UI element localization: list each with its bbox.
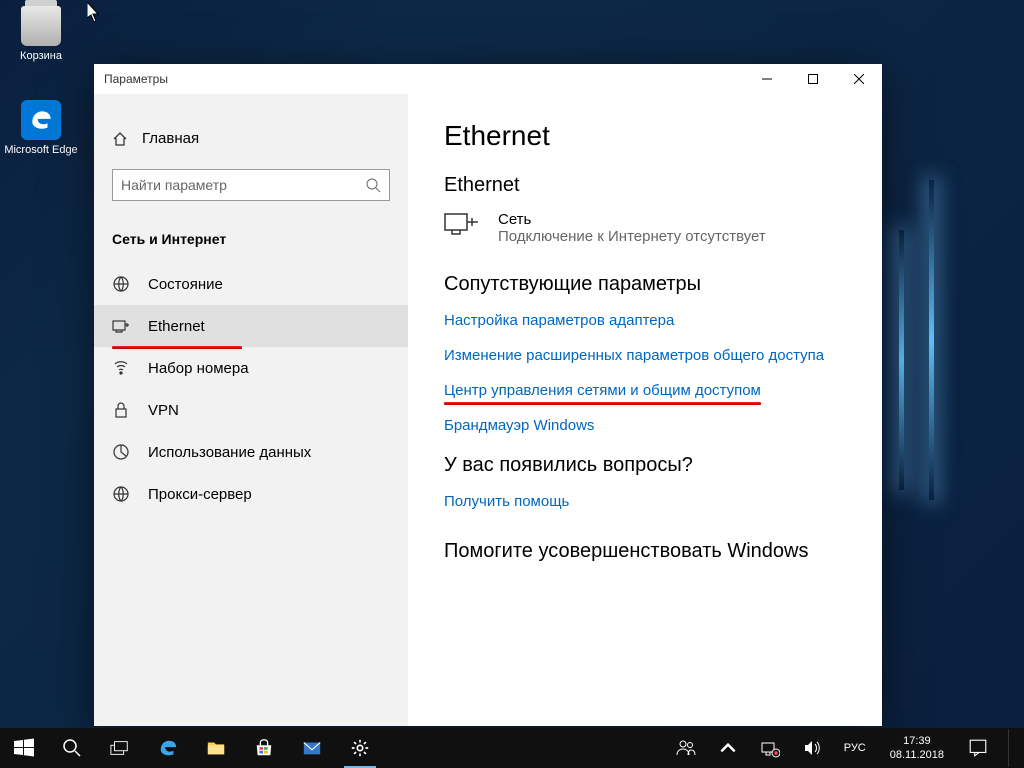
- notification-icon: [968, 738, 988, 758]
- taskbar-store[interactable]: [240, 728, 288, 768]
- taskbar-edge[interactable]: [144, 728, 192, 768]
- edge-icon: [21, 100, 61, 140]
- tray-language[interactable]: РУС: [838, 728, 872, 768]
- search-icon: [62, 738, 82, 758]
- link-network-center[interactable]: Центр управления сетями и общим доступом: [444, 382, 761, 399]
- network-status: Подключение к Интернету отсутствует: [498, 228, 766, 245]
- network-name: Сеть: [498, 211, 766, 228]
- link-text: Центр управления сетями и общим доступом: [444, 382, 761, 399]
- questions-heading: У вас появились вопросы?: [444, 454, 846, 477]
- sidebar-section-label: Сеть и Интернет: [94, 223, 408, 263]
- windows-icon: [14, 738, 34, 758]
- edge-icon: [158, 738, 178, 758]
- page-title: Ethernet: [444, 120, 846, 152]
- vpn-icon: [112, 401, 130, 419]
- start-button[interactable]: [0, 728, 48, 768]
- sidebar: Главная Найти параметр Сеть и Интернет С…: [94, 94, 408, 726]
- volume-icon: [802, 738, 822, 758]
- link-get-help[interactable]: Получить помощь: [444, 493, 569, 510]
- nav-label: Состояние: [148, 276, 223, 293]
- annotation-underline: [444, 402, 761, 405]
- taskbar-settings[interactable]: [336, 728, 384, 768]
- close-button[interactable]: [836, 64, 882, 94]
- network-icon: [444, 211, 480, 241]
- titlebar[interactable]: Параметры: [94, 64, 882, 94]
- sidebar-item-dialup[interactable]: Набор номера: [94, 347, 408, 389]
- improve-heading: Помогите усовершенствовать Windows: [444, 540, 846, 563]
- cursor-icon: [87, 2, 103, 24]
- system-tray: РУС 17:39 08.11.2018: [670, 728, 1024, 768]
- recycle-bin-icon: [21, 6, 61, 46]
- datausage-icon: [112, 443, 130, 461]
- folder-icon: [206, 738, 226, 758]
- nav-label: Набор номера: [148, 360, 249, 377]
- link-firewall[interactable]: Брандмауэр Windows: [444, 417, 594, 434]
- sidebar-item-proxy[interactable]: Прокси-сервер: [94, 473, 408, 515]
- clock-time: 17:39: [890, 734, 944, 748]
- home-label: Главная: [142, 130, 199, 147]
- nav-label: Ethernet: [148, 318, 205, 335]
- tray-people[interactable]: [670, 728, 702, 768]
- link-advanced-sharing[interactable]: Изменение расширенных параметров общего …: [444, 347, 824, 364]
- show-desktop[interactable]: [1008, 729, 1022, 767]
- home-icon: [112, 131, 128, 147]
- nav-label: VPN: [148, 402, 179, 419]
- sidebar-item-ethernet[interactable]: Ethernet: [94, 305, 408, 347]
- search-button[interactable]: [48, 728, 96, 768]
- window-title: Параметры: [104, 72, 168, 86]
- desktop-icon-edge[interactable]: Microsoft Edge: [4, 100, 78, 156]
- sidebar-item-vpn[interactable]: VPN: [94, 389, 408, 431]
- search-input[interactable]: Найти параметр: [112, 169, 390, 201]
- link-adapter-settings[interactable]: Настройка параметров адаптера: [444, 312, 674, 329]
- tray-network[interactable]: [754, 728, 786, 768]
- icon-label: Microsoft Edge: [4, 144, 78, 156]
- store-icon: [254, 738, 274, 758]
- taskbar-explorer[interactable]: [192, 728, 240, 768]
- content-pane: Ethernet Ethernet Сеть Подключение к Инт…: [408, 94, 882, 726]
- people-icon: [676, 738, 696, 758]
- page-subtitle: Ethernet: [444, 174, 846, 197]
- settings-window: Параметры Главная Найти параметр Сеть и …: [94, 64, 882, 726]
- sidebar-item-datausage[interactable]: Использование данных: [94, 431, 408, 473]
- taskview-button[interactable]: [96, 728, 144, 768]
- status-icon: [112, 275, 130, 293]
- tray-volume[interactable]: [796, 728, 828, 768]
- home-link[interactable]: Главная: [94, 122, 408, 155]
- minimize-button[interactable]: [744, 64, 790, 94]
- desktop-icon-recycle-bin[interactable]: Корзина: [4, 6, 78, 62]
- taskbar-mail[interactable]: [288, 728, 336, 768]
- gear-icon: [350, 738, 370, 758]
- network-icon: [760, 738, 780, 758]
- proxy-icon: [112, 485, 130, 503]
- tray-clock[interactable]: 17:39 08.11.2018: [882, 734, 952, 763]
- chevron-up-icon: [718, 738, 738, 758]
- mail-icon: [302, 738, 322, 758]
- nav-label: Прокси-сервер: [148, 486, 252, 503]
- clock-date: 08.11.2018: [890, 748, 944, 762]
- search-icon: [365, 177, 381, 193]
- sidebar-item-status[interactable]: Состояние: [94, 263, 408, 305]
- taskbar: РУС 17:39 08.11.2018: [0, 728, 1024, 768]
- related-heading: Сопутствующие параметры: [444, 273, 846, 296]
- icon-label: Корзина: [4, 50, 78, 62]
- ethernet-icon: [112, 317, 130, 335]
- tray-notifications[interactable]: [962, 728, 994, 768]
- nav-label: Использование данных: [148, 444, 311, 461]
- dialup-icon: [112, 359, 130, 377]
- network-status-row[interactable]: Сеть Подключение к Интернету отсутствует: [444, 211, 846, 245]
- search-placeholder: Найти параметр: [121, 177, 365, 193]
- maximize-button[interactable]: [790, 64, 836, 94]
- taskview-icon: [110, 738, 130, 758]
- tray-chevron[interactable]: [712, 728, 744, 768]
